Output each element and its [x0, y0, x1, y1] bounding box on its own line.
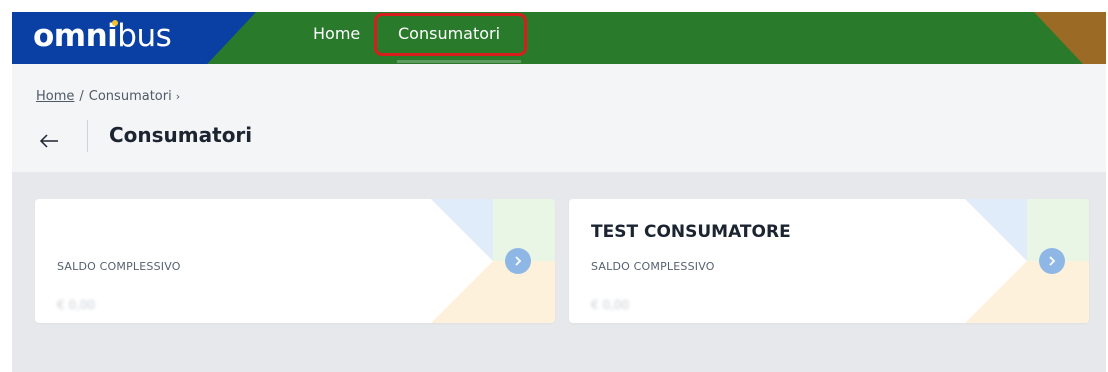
- card-open-button[interactable]: [505, 248, 531, 274]
- logo-text-bold: omni: [33, 18, 118, 54]
- nav-link-consumatori[interactable]: Consumatori: [398, 23, 500, 45]
- logo-text-regular: bus: [117, 18, 172, 54]
- card-decoration-orange: [965, 261, 1089, 323]
- header-divider: [87, 120, 88, 152]
- consumer-card[interactable]: SALDO COMPLESSIVO € 0,00: [35, 199, 555, 323]
- card-title: TEST CONSUMATORE: [591, 222, 791, 242]
- omnibus-logo[interactable]: omnibus: [33, 18, 172, 54]
- card-balance-value: € 0,00: [57, 298, 96, 312]
- page-header: Home / Consumatori › Consumatori: [12, 64, 1106, 172]
- active-nav-underline: [397, 60, 521, 63]
- logo-dot-icon: [112, 20, 118, 26]
- card-balance-label: SALDO COMPLESSIVO: [57, 260, 181, 273]
- breadcrumb-chevron-icon: ›: [175, 90, 181, 103]
- nav-link-home[interactable]: Home: [313, 23, 360, 45]
- breadcrumb-current: Consumatori: [88, 89, 172, 104]
- nav-brown-wedge: [1034, 12, 1106, 64]
- page-title: Consumatori: [109, 123, 253, 147]
- chevron-right-icon: [1049, 256, 1056, 266]
- card-open-button[interactable]: [1039, 248, 1065, 274]
- chevron-right-icon: [515, 256, 522, 266]
- main-content: SALDO COMPLESSIVO € 0,00 TEST CONSUMATOR…: [12, 172, 1106, 372]
- breadcrumb: Home / Consumatori ›: [36, 89, 180, 104]
- card-balance-value: € 0,00: [591, 298, 630, 312]
- back-button[interactable]: [36, 128, 62, 154]
- card-decoration-orange: [431, 261, 555, 323]
- consumer-card[interactable]: TEST CONSUMATORE SALDO COMPLESSIVO € 0,0…: [569, 199, 1089, 323]
- arrow-left-icon: [39, 134, 58, 148]
- card-balance-label: SALDO COMPLESSIVO: [591, 260, 715, 273]
- breadcrumb-link-home[interactable]: Home: [36, 89, 74, 104]
- top-navigation-bar: omnibus Home Consumatori: [12, 12, 1106, 64]
- breadcrumb-separator: /: [79, 89, 84, 104]
